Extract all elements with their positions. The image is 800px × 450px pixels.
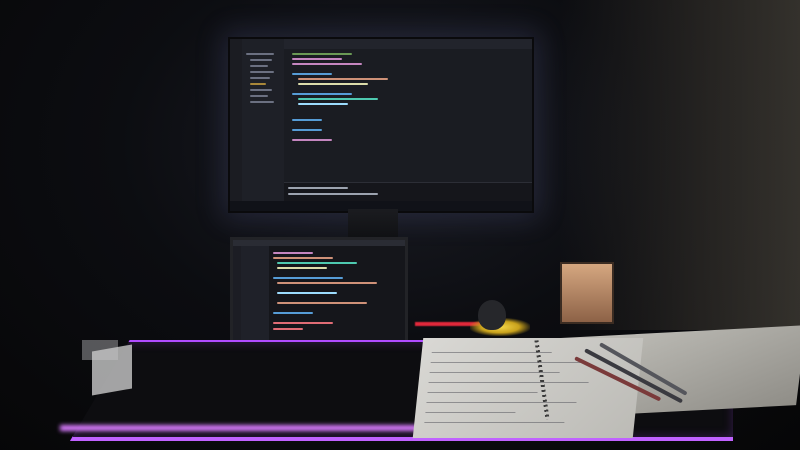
desk-mat-glow bbox=[60, 425, 460, 431]
external-monitor bbox=[228, 37, 534, 213]
terminal-panel bbox=[284, 182, 532, 201]
laptop-screen bbox=[230, 237, 408, 348]
person-video-overlay bbox=[530, 99, 534, 213]
explorer-sidebar bbox=[242, 39, 284, 211]
photo-frame bbox=[560, 262, 614, 324]
notebook bbox=[412, 338, 644, 438]
editor-tabs bbox=[284, 39, 532, 49]
code-editor bbox=[284, 49, 532, 183]
desk-photo bbox=[0, 0, 800, 450]
monitor-stand bbox=[348, 209, 398, 237]
mouse-icon bbox=[478, 300, 506, 330]
activity-bar bbox=[230, 39, 242, 211]
desk-object-box bbox=[92, 344, 132, 396]
